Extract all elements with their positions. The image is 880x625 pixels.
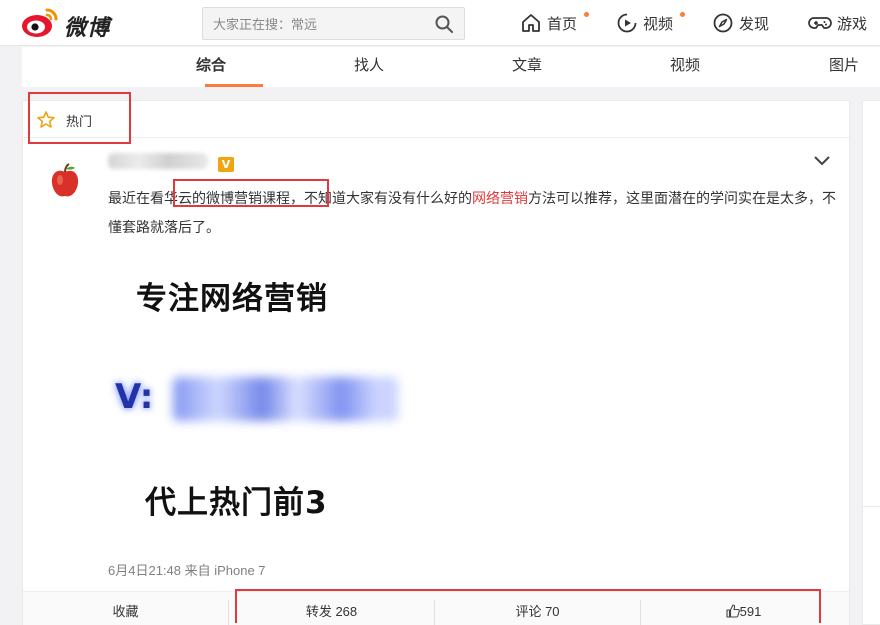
search-box[interactable] <box>202 7 465 40</box>
compass-icon <box>713 13 733 33</box>
nav-discover-label: 发现 <box>739 15 770 33</box>
chevron-down-icon[interactable] <box>813 153 831 167</box>
post-image-line2-prefix: V: <box>115 377 154 417</box>
nav-video[interactable]: 视频 <box>616 10 685 36</box>
post-actions: 收藏 转发 268 评论 70 591 <box>23 589 849 625</box>
tab-people[interactable]: 找人 <box>354 54 384 75</box>
gamepad-icon <box>808 17 832 29</box>
post-text-part: 最近在看 <box>108 190 164 206</box>
vip-badge: V <box>218 157 234 172</box>
nav-video-label: 视频 <box>643 15 674 33</box>
tab-articles[interactable]: 文章 <box>512 54 542 75</box>
hashtag-link[interactable]: 网络营销 <box>472 190 528 206</box>
feed-card: 热门 V 最近在看华云的微博营销课程，不知道大家有没有什么好的网络营销方法可以推… <box>22 92 850 625</box>
active-tab-indicator <box>205 84 263 87</box>
post-image-blurred-contact <box>173 377 398 421</box>
post-image-line1: 专注网络营销 <box>136 281 328 317</box>
right-sidebar <box>862 100 880 625</box>
search-icon[interactable] <box>434 14 454 34</box>
nav-games-label: 游戏 <box>837 15 868 33</box>
tab-comprehensive[interactable]: 综合 <box>196 54 226 75</box>
annotation-box <box>173 179 329 207</box>
nav-discover[interactable]: 发现 <box>712 10 769 36</box>
top-navbar: 微博 首页 视频 发现 <box>0 0 880 46</box>
section-header: 热门 <box>23 92 849 144</box>
notification-dot <box>680 12 685 17</box>
nav-home-label: 首页 <box>547 15 578 33</box>
search-input[interactable] <box>213 14 423 34</box>
nav-games[interactable]: 游戏 <box>808 10 867 36</box>
favorite-button[interactable]: 收藏 <box>23 592 228 625</box>
annotation-box <box>235 589 821 623</box>
weibo-eye-icon <box>22 8 58 37</box>
avatar[interactable] <box>49 163 81 199</box>
video-icon <box>617 13 637 33</box>
post-meta[interactable]: 6月4日21:48 来自 iPhone 7 <box>108 560 266 579</box>
annotation-box <box>28 92 131 144</box>
notification-dot <box>584 12 589 17</box>
tab-videos[interactable]: 视频 <box>670 54 700 75</box>
brand-name: 微博 <box>64 15 111 40</box>
tab-images[interactable]: 图片 <box>829 54 859 75</box>
home-icon <box>522 14 540 32</box>
nav-home[interactable]: 首页 <box>520 10 589 36</box>
post-image-line3: 代上热门前3 <box>145 485 328 521</box>
divider <box>863 506 880 507</box>
weibo-logo[interactable]: 微博 <box>20 6 120 40</box>
username-blurred[interactable] <box>108 153 208 169</box>
search-tabs: 综合 找人 文章 视频 图片 <box>22 47 880 87</box>
